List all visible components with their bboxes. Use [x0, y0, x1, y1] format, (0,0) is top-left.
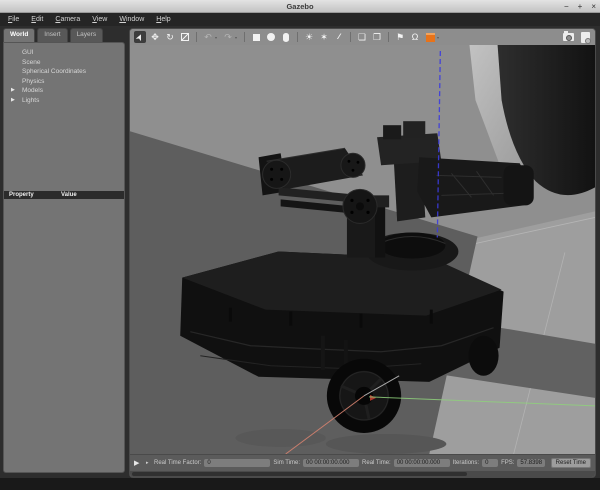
toolbar-separator — [244, 32, 245, 42]
spot-light-icon[interactable]: ✶ — [318, 31, 330, 43]
sim-time-value: 00 00:00:00.000 — [303, 459, 360, 467]
fps-value: 57.8398 — [517, 459, 546, 467]
close-button[interactable]: × — [591, 2, 596, 11]
title-bar: Gazebo − + × — [0, 0, 600, 13]
sim-time-label: Sim Time: — [273, 460, 301, 466]
redo-history-dropdown-icon[interactable]: ▾ — [235, 35, 239, 40]
step-button[interactable]: ▸ — [146, 460, 151, 466]
minimize-button[interactable]: − — [564, 2, 569, 11]
tab-insert[interactable]: Insert — [37, 28, 68, 42]
expand-arrow-icon[interactable]: ▶ — [11, 96, 15, 106]
tree-item-lights[interactable]: ▶ Lights — [4, 96, 124, 106]
screenshot-camera-icon[interactable] — [562, 31, 574, 43]
copy-icon[interactable]: ❏ — [356, 31, 368, 43]
snap-tool-icon[interactable]: Ω — [409, 31, 421, 43]
main-area: World Insert Layers GUI Scene Spherical … — [0, 26, 600, 478]
world-tree-panel: GUI Scene Spherical Coordinates Physics … — [3, 42, 125, 473]
paste-icon[interactable]: ❐ — [371, 31, 383, 43]
toolbar-separator — [297, 32, 298, 42]
real-time-value: 00 00:00:00.000 — [393, 459, 450, 467]
rotate-tool-icon[interactable]: ↻ — [164, 31, 176, 43]
fps-label: FPS: — [501, 460, 515, 466]
real-time-factor-label: Real Time Factor: — [154, 460, 202, 466]
menu-help[interactable]: Help — [151, 16, 177, 23]
insert-cylinder-icon[interactable] — [280, 31, 292, 43]
world-tree: GUI Scene Spherical Coordinates Physics … — [4, 43, 124, 105]
align-tool-icon[interactable]: ⚑ — [394, 31, 406, 43]
toolbar-separator — [196, 32, 197, 42]
menu-file[interactable]: File — [3, 16, 26, 23]
play-button[interactable]: ▶ — [134, 459, 143, 467]
toolbar-separator — [350, 32, 351, 42]
point-light-icon[interactable]: ☀ — [303, 31, 315, 43]
render-viewport[interactable] — [130, 45, 595, 454]
property-column-header: Property — [9, 192, 34, 198]
menu-view[interactable]: View — [87, 16, 114, 23]
toolbar-right-group — [562, 31, 591, 44]
undo-history-dropdown-icon[interactable]: ▾ — [215, 35, 219, 40]
translate-tool-icon[interactable]: ✥ — [149, 31, 161, 43]
window-bottom-edge — [0, 478, 600, 490]
real-time-factor-value: 0 — [204, 459, 271, 467]
time-panel: ▶ ▸ Real Time Factor: 0 Sim Time: 00 00:… — [130, 454, 595, 471]
left-panel: World Insert Layers GUI Scene Spherical … — [0, 26, 127, 478]
horizontal-scrollbar[interactable] — [130, 471, 595, 477]
toolbar-separator — [388, 32, 389, 42]
tree-item-scene[interactable]: Scene — [4, 58, 124, 68]
data-logger-icon[interactable] — [579, 31, 591, 44]
tree-item-spherical-coordinates[interactable]: Spherical Coordinates — [4, 67, 124, 77]
menu-window[interactable]: Window — [114, 16, 151, 23]
tree-item-physics[interactable]: Physics — [4, 77, 124, 87]
tree-item-models[interactable]: ▶ Models — [4, 86, 124, 96]
viewport-column: ➤ ✥ ↻ ↶ ▾ ↷ ▾ ☀ ✶ ∕∕ ❏ ❐ ⚑ Ω ▾ ▶ ▸ Real … — [127, 26, 600, 478]
undo-icon[interactable]: ↶ — [202, 31, 214, 43]
directional-light-icon[interactable]: ∕∕ — [333, 31, 345, 43]
maximize-button[interactable]: + — [578, 2, 583, 11]
menu-camera[interactable]: Camera — [50, 16, 87, 23]
viewport-toolbar: ➤ ✥ ↻ ↶ ▾ ↷ ▾ ☀ ✶ ∕∕ ❏ ❐ ⚑ Ω ▾ — [130, 29, 595, 45]
tree-item-gui[interactable]: GUI — [4, 48, 124, 58]
tab-layers[interactable]: Layers — [69, 28, 104, 42]
tree-item-label: Models — [22, 87, 43, 94]
reset-time-button[interactable]: Reset Time — [550, 458, 591, 468]
select-tool-icon[interactable]: ➤ — [133, 31, 146, 43]
wheel-shadow — [235, 428, 326, 447]
window-controls: − + × — [564, 0, 596, 13]
change-view-icon[interactable] — [424, 31, 436, 43]
insert-box-icon[interactable] — [250, 31, 262, 43]
value-column-header: Value — [61, 192, 77, 198]
scale-tool-icon[interactable] — [179, 31, 191, 43]
iterations-value: 0 — [482, 459, 499, 467]
redo-icon[interactable]: ↷ — [222, 31, 234, 43]
tree-item-label: Lights — [22, 96, 40, 104]
view-dropdown-icon[interactable]: ▾ — [437, 35, 441, 40]
tab-world[interactable]: World — [3, 28, 36, 42]
menu-bar: File Edit Camera View Window Help — [0, 13, 600, 26]
wheel-shadow — [325, 433, 447, 454]
menu-edit[interactable]: Edit — [26, 16, 50, 23]
scrollbar-thumb[interactable] — [132, 472, 467, 476]
left-panel-tabs: World Insert Layers — [3, 28, 125, 42]
window-title: Gazebo — [286, 1, 314, 11]
insert-sphere-icon[interactable] — [265, 31, 277, 43]
iterations-label: Iterations: — [452, 460, 480, 466]
viewport-container: ➤ ✥ ↻ ↶ ▾ ↷ ▾ ☀ ✶ ∕∕ ❏ ❐ ⚑ Ω ▾ ▶ ▸ Real … — [129, 28, 596, 478]
real-time-label: Real Time: — [362, 460, 391, 466]
expand-arrow-icon[interactable]: ▶ — [11, 86, 15, 96]
property-table-header: Property Value — [4, 191, 124, 199]
